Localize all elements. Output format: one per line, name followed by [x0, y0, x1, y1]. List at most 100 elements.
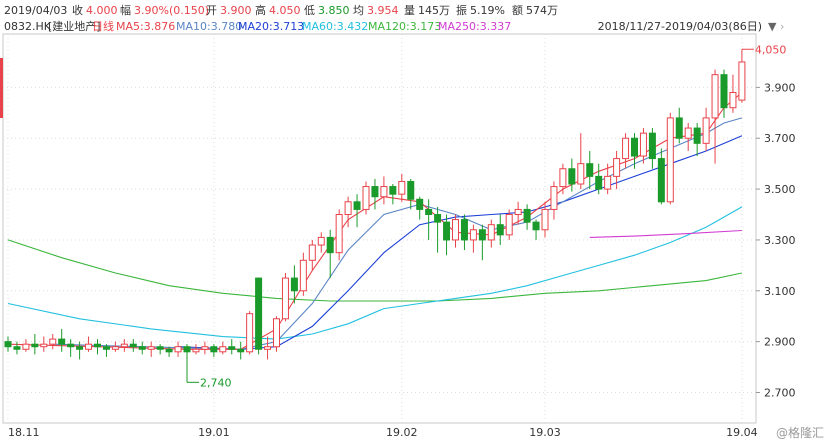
candle[interactable] — [389, 184, 397, 205]
candle-body — [729, 91, 737, 109]
candle[interactable] — [120, 339, 128, 352]
candle[interactable] — [487, 219, 495, 248]
candle-body — [711, 74, 719, 119]
candle[interactable] — [711, 69, 719, 164]
high-value: 4.050 — [269, 4, 301, 17]
candle[interactable] — [416, 196, 424, 220]
candle-body — [22, 343, 30, 350]
candle[interactable] — [452, 214, 459, 248]
candle[interactable] — [380, 176, 388, 205]
candle[interactable] — [192, 344, 200, 355]
candle[interactable] — [290, 265, 298, 304]
candle[interactable] — [371, 178, 379, 210]
candle[interactable] — [460, 214, 468, 251]
candle[interactable] — [469, 224, 477, 253]
candle-body — [434, 214, 442, 223]
candle-body — [165, 348, 173, 353]
candle-body — [246, 313, 254, 353]
candle[interactable] — [326, 229, 334, 279]
y-tick-label: 3.300 — [764, 234, 796, 247]
candle-body — [210, 346, 218, 353]
quote-date: 2019/04/03 — [4, 4, 67, 17]
candle-body — [389, 186, 397, 195]
candle[interactable] — [67, 339, 75, 357]
candle[interactable] — [13, 341, 21, 355]
candle[interactable] — [174, 341, 182, 357]
candle[interactable] — [693, 122, 701, 157]
candle[interactable] — [631, 133, 638, 169]
candle[interactable] — [532, 219, 540, 240]
candle-body — [111, 346, 119, 350]
candle[interactable] — [219, 341, 227, 355]
candle[interactable] — [85, 336, 93, 352]
candle[interactable] — [317, 232, 325, 253]
candle[interactable] — [648, 128, 656, 169]
candle[interactable] — [335, 209, 343, 261]
candle[interactable] — [255, 277, 263, 355]
ma60-legend: MA60:3.432 — [302, 20, 368, 33]
y-tick-label: 2.900 — [764, 336, 796, 349]
candle[interactable] — [684, 122, 692, 151]
candle[interactable] — [702, 107, 710, 151]
scroll-right-icon[interactable]: › — [780, 20, 784, 33]
candle[interactable] — [425, 199, 433, 240]
candle[interactable] — [675, 107, 683, 144]
candle[interactable] — [299, 252, 307, 296]
candle[interactable] — [353, 194, 361, 228]
candle[interactable] — [514, 201, 522, 225]
candle[interactable] — [281, 272, 289, 322]
candle-body — [237, 348, 245, 353]
candle[interactable] — [505, 209, 513, 240]
candle[interactable] — [362, 181, 370, 215]
candle[interactable] — [111, 341, 119, 352]
candle[interactable] — [550, 181, 558, 220]
candle[interactable] — [22, 339, 30, 352]
candle[interactable] — [237, 341, 245, 360]
candle[interactable] — [210, 344, 218, 357]
candle-body — [648, 132, 656, 160]
candle[interactable] — [496, 214, 504, 246]
candle[interactable] — [434, 206, 442, 253]
candle[interactable] — [308, 239, 316, 271]
candle[interactable] — [407, 178, 415, 210]
candle[interactable] — [738, 49, 746, 103]
candle[interactable] — [478, 224, 486, 261]
candle[interactable] — [246, 311, 254, 355]
candle[interactable] — [639, 128, 647, 164]
amt-value: 574万 — [526, 4, 558, 17]
candle[interactable] — [129, 339, 137, 352]
candle[interactable] — [622, 133, 630, 169]
candle[interactable] — [577, 133, 585, 190]
open-value: 3.900 — [220, 4, 252, 17]
candle[interactable] — [559, 163, 567, 195]
candles[interactable] — [4, 49, 746, 383]
candle[interactable] — [586, 150, 594, 190]
candle[interactable] — [666, 112, 674, 205]
candle[interactable] — [156, 344, 164, 355]
candle-body — [720, 74, 728, 109]
candle[interactable] — [568, 158, 576, 192]
candle[interactable] — [58, 328, 66, 352]
candle[interactable] — [398, 173, 406, 202]
candle[interactable] — [657, 148, 665, 205]
candle[interactable] — [264, 336, 272, 360]
candle[interactable] — [49, 334, 57, 350]
candle[interactable] — [138, 341, 146, 355]
candle[interactable] — [183, 344, 191, 383]
kline-chart[interactable]: 2019/04/03 收 4.000 幅 3.90%(0.150) 开 3.90… — [0, 0, 829, 444]
candle[interactable] — [31, 334, 39, 355]
candle[interactable] — [76, 341, 84, 360]
range-dropdown-icon[interactable]: ▼ — [768, 20, 777, 33]
candle[interactable] — [201, 341, 209, 355]
candle-body — [702, 117, 710, 144]
change-value: 3.90%(0.150) — [134, 4, 209, 17]
candle[interactable] — [443, 214, 451, 256]
candle[interactable] — [523, 204, 531, 230]
candle[interactable] — [4, 336, 12, 352]
candle[interactable] — [228, 339, 236, 355]
candle[interactable] — [40, 336, 48, 352]
candle[interactable] — [273, 316, 280, 352]
candle[interactable] — [729, 74, 737, 113]
candle[interactable] — [147, 341, 155, 357]
candle[interactable] — [604, 163, 612, 195]
